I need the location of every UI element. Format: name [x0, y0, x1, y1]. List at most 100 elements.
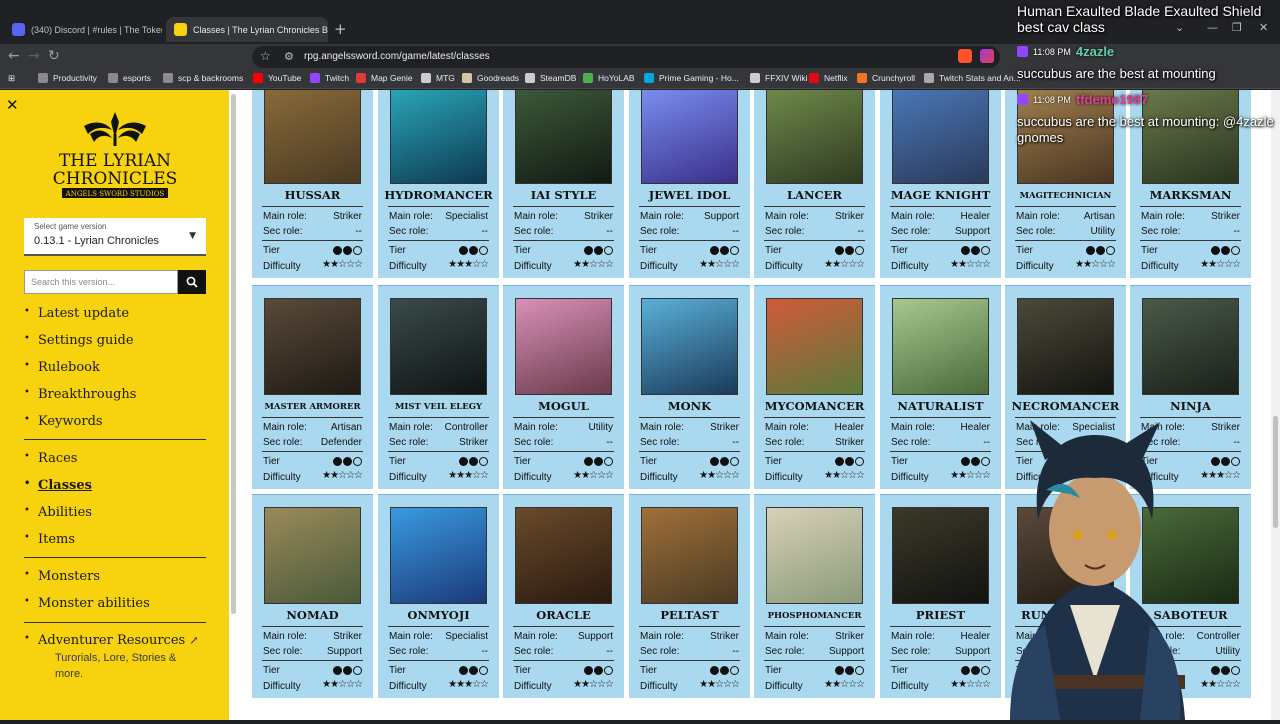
class-card[interactable]: JEWEL IDOL Main role: Support Sec role: -- Ti… [629, 90, 750, 278]
class-portrait [515, 298, 612, 395]
search-button[interactable] [178, 270, 206, 294]
class-card[interactable]: MASTER ARMORER Main role: Artisan Sec role:… [252, 285, 373, 489]
class-card[interactable]: HYDROMANCER Main role: Specialist Sec role:… [378, 90, 499, 278]
site-info-icon[interactable]: ⚙ [284, 50, 294, 63]
class-card[interactable]: MYCOMANCER Main role: Healer Sec role: Strik… [754, 285, 875, 489]
class-name[interactable]: NOMAD [252, 608, 373, 622]
class-name[interactable]: MAGITECHNICIAN [1005, 191, 1126, 201]
close-sidebar-icon[interactable]: ✕ [6, 96, 19, 114]
bookmark-item[interactable]: Twitch Stats and An... [924, 73, 1021, 83]
nav-link[interactable]: Monster abilities [24, 596, 150, 611]
nav-link[interactable]: Keywords [24, 414, 102, 429]
divider [764, 240, 865, 241]
nav-link[interactable]: Items [24, 532, 75, 547]
class-name[interactable]: ORACLE [503, 608, 624, 622]
bookmark-item[interactable]: Productivity [38, 73, 97, 83]
chat-message: succubus are the best at mounting [1017, 66, 1216, 81]
rewards-icon[interactable] [980, 49, 994, 63]
browser-tab[interactable]: Classes | The Lyrian Chronicles Bet...✕ [166, 17, 328, 42]
nav-link[interactable]: Breakthroughs [24, 387, 137, 402]
brave-shield-icon[interactable] [958, 49, 972, 63]
class-name[interactable]: JEWEL IDOL [629, 188, 750, 202]
nav-link[interactable]: Settings guide [24, 333, 134, 348]
tier-dot [710, 666, 719, 675]
bookmark-item[interactable]: HoYoLAB [583, 73, 635, 83]
nav-link[interactable]: Rulebook [24, 360, 100, 375]
class-name[interactable]: NECROMANCER [1005, 399, 1126, 413]
game-version-select[interactable]: Select game version 0.13.1 - Lyrian Chro… [24, 218, 206, 256]
difficulty-label: Difficulty [514, 261, 552, 272]
forward-icon[interactable]: → [28, 48, 40, 64]
sidebar-scrollbar[interactable] [231, 94, 236, 614]
class-card[interactable]: ONMYOJI Main role: Specialist Sec role: -- Ti… [378, 494, 499, 698]
back-icon[interactable]: ← [8, 48, 20, 64]
class-card[interactable]: MONK Main role: Striker Sec role: -- Tier Diff… [629, 285, 750, 489]
class-name[interactable]: MONK [629, 399, 750, 413]
class-card[interactable]: MIST VEIL ELEGY Main role: Controller Sec r… [378, 285, 499, 489]
reload-icon[interactable]: ↻ [48, 48, 60, 64]
bookmark-favicon-icon [750, 73, 760, 83]
bookmark-item[interactable]: Goodreads [462, 73, 519, 83]
tier-dot [835, 666, 844, 675]
new-tab-button[interactable]: + [334, 20, 347, 38]
site-logo[interactable]: THE LYRIAN CHRONICLES ANGELS SWORD STUDI… [40, 108, 190, 204]
adventurer-resources-link[interactable]: Adventurer Resources ↗ [24, 633, 199, 648]
class-name[interactable]: MYCOMANCER [754, 399, 875, 413]
class-name[interactable]: NINJA [1130, 399, 1251, 413]
class-card[interactable]: PELTAST Main role: Striker Sec role: -- Tier D… [629, 494, 750, 698]
bookmark-item[interactable]: esports [108, 73, 151, 83]
class-name[interactable]: PHOSPHOMANCER [754, 611, 875, 621]
tier-dot [845, 246, 854, 255]
scrollbar-thumb[interactable] [1273, 416, 1278, 528]
class-card[interactable]: MOGUL Main role: Utility Sec role: -- Tier Dif… [503, 285, 624, 489]
page-scrollbar[interactable] [1271, 90, 1280, 720]
class-name[interactable]: PELTAST [629, 608, 750, 622]
class-name[interactable]: MAGE KNIGHT [880, 188, 1001, 202]
nav-link[interactable]: Races [24, 451, 78, 466]
class-name[interactable]: ONMYOJI [378, 608, 499, 622]
bookmark-item[interactable]: YouTube [253, 73, 301, 83]
class-name[interactable]: NATURALIST [880, 399, 1001, 413]
nav-link[interactable]: Monsters [24, 569, 100, 584]
browser-tab[interactable]: (340) Discord | #rules | The Token Tave.… [4, 17, 162, 42]
bookmark-item[interactable]: SteamDB [525, 73, 576, 83]
main-role-row: Main role: Specialist [389, 211, 488, 222]
external-link-icon: ↗ [189, 634, 199, 647]
class-card[interactable]: LANCER Main role: Striker Sec role: -- Tier Di… [754, 90, 875, 278]
class-card[interactable]: MAGE KNIGHT Main role: Healer Sec role: Supp… [880, 90, 1001, 278]
bookmark-item[interactable]: Map Genie [356, 73, 413, 83]
class-card[interactable]: HUSSAR Main role: Striker Sec role: -- Tier Di… [252, 90, 373, 278]
class-name[interactable]: MIST VEIL ELEGY [378, 402, 499, 412]
address-bar[interactable]: ☆ ⚙ rpg.angelssword.com/game/latest/clas… [252, 46, 1000, 68]
nav-link[interactable]: Abilities [24, 505, 92, 520]
difficulty-label: Difficulty [891, 681, 929, 692]
class-card[interactable]: NOMAD Main role: Striker Sec role: Support Ti… [252, 494, 373, 698]
class-card[interactable]: IAI STYLE Main role: Striker Sec role: -- Tie… [503, 90, 624, 278]
nav-link[interactable]: Latest update [24, 306, 129, 321]
bookmark-item[interactable]: MTG [421, 73, 455, 83]
bookmark-item[interactable]: Netflix [809, 73, 848, 83]
class-card[interactable]: PHOSPHOMANCER Main role: Striker Sec role: S… [754, 494, 875, 698]
class-name[interactable]: MARKSMAN [1130, 188, 1251, 202]
class-name[interactable]: MASTER ARMORER [252, 402, 373, 412]
apps-icon[interactable]: ⊞ [8, 73, 15, 84]
bookmark-item[interactable]: Crunchyroll [857, 73, 915, 83]
search-input[interactable] [24, 270, 178, 294]
class-card[interactable]: ORACLE Main role: Support Sec role: -- Tier Di… [503, 494, 624, 698]
tier-label: Tier [514, 456, 531, 467]
bookmark-item[interactable]: scp & backrooms [163, 73, 243, 83]
bookmark-item[interactable]: Prime Gaming - Ho... [644, 73, 739, 83]
class-name[interactable]: IAI STYLE [503, 188, 624, 202]
difficulty-stars: ★★☆☆☆ [824, 679, 865, 690]
nav-link[interactable]: Classes [24, 478, 92, 493]
sec-role-row: Sec role: -- [1141, 226, 1240, 237]
class-name[interactable]: HYDROMANCER [378, 188, 499, 202]
sec-role-value: -- [732, 437, 739, 448]
class-name[interactable]: MOGUL [503, 399, 624, 413]
bookmark-icon[interactable]: ☆ [260, 49, 271, 63]
bookmark-item[interactable]: Twitch [310, 73, 349, 83]
class-name[interactable]: LANCER [754, 188, 875, 202]
sec-role-row: Sec role: Striker [765, 437, 864, 448]
bookmark-item[interactable]: FFXIV Wiki [750, 73, 808, 83]
class-name[interactable]: HUSSAR [252, 188, 373, 202]
